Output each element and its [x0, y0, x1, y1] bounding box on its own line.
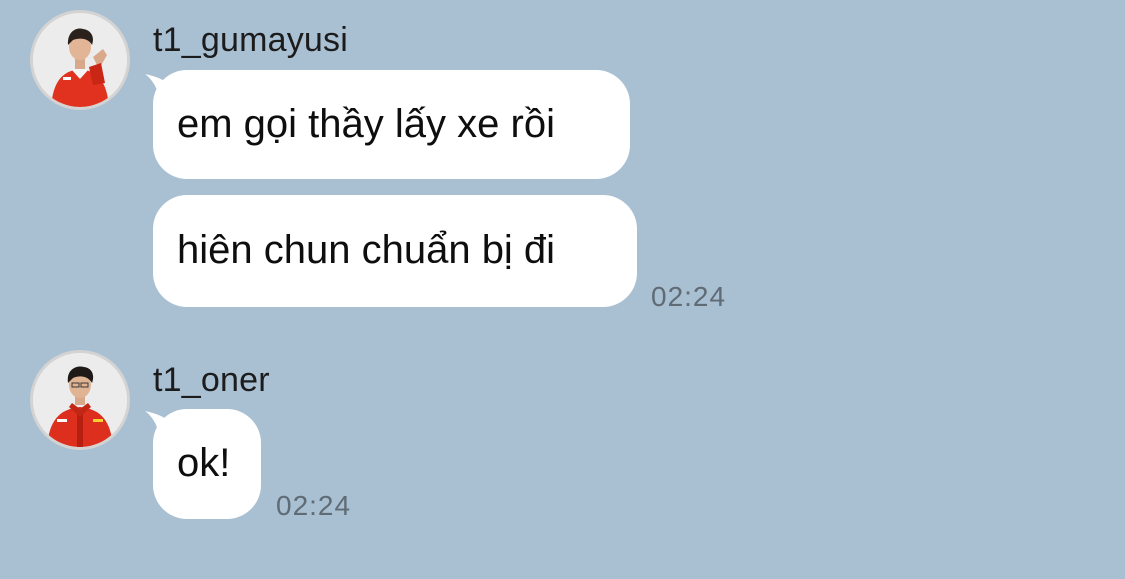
sender-name[interactable]: t1_oner [153, 361, 270, 400]
avatar-icon[interactable] [30, 350, 130, 450]
message-bubble[interactable]: ok! [153, 409, 261, 519]
avatar-icon[interactable] [30, 10, 130, 110]
message-bubble[interactable]: hiên chun chuẩn bị đi [153, 195, 637, 307]
chat-conversation: t1_gumayusi em gọi thầy lấy xe rồi hiên … [0, 0, 1125, 579]
message-timestamp: 02:24 [276, 490, 352, 521]
message-text: hiên chun chuẩn bị đi [177, 228, 556, 272]
message-text: em gọi thầy lấy xe rồi [177, 101, 555, 146]
sender-name[interactable]: t1_gumayusi [153, 21, 348, 60]
message-bubble[interactable]: em gọi thầy lấy xe rồi [153, 70, 630, 179]
message-timestamp: 02:24 [651, 281, 727, 312]
message-text: ok! [177, 441, 231, 485]
